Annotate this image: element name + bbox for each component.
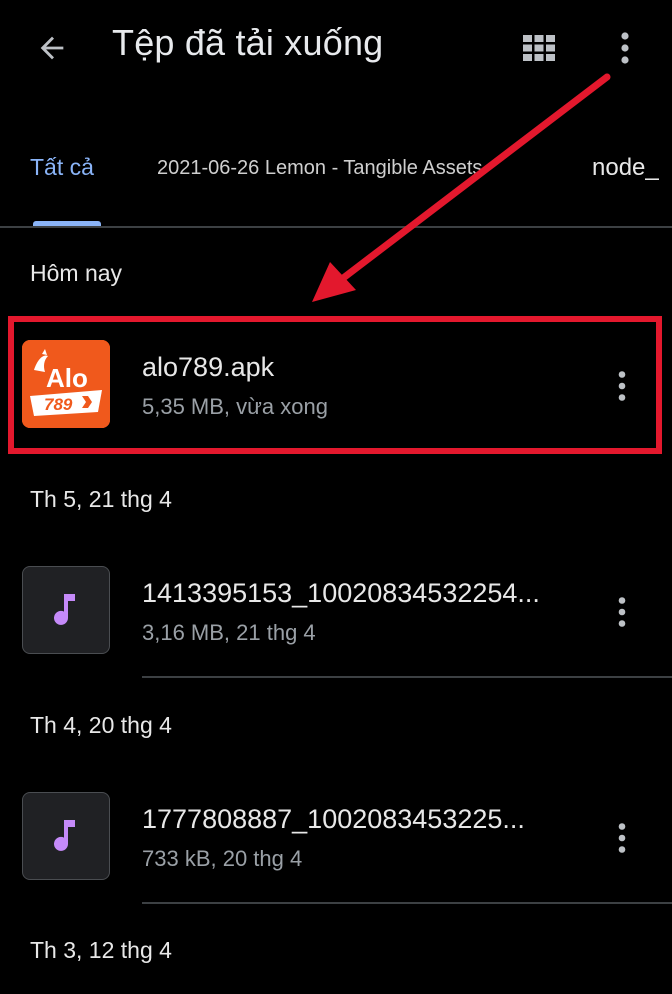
item-more-button[interactable] — [600, 362, 644, 410]
music-note-icon — [54, 594, 75, 625]
tab-folder-lemon[interactable]: 2021-06-26 Lemon - Tangible Assets — [157, 157, 482, 180]
file-name: 1413395153_10020834532254... — [142, 578, 540, 608]
app-logo: Alo 789 — [22, 340, 110, 428]
more-vert-icon — [618, 371, 626, 401]
audio-thumbnail — [22, 792, 110, 880]
section-header-apr-21: Th 5, 21 thg 4 — [30, 486, 172, 512]
file-meta: 5,35 MB, vừa xong — [142, 394, 328, 419]
section-header-apr-12: Th 3, 12 thg 4 — [30, 937, 172, 963]
folder-tabs: Tất cả 2021-06-26 Lemon - Tangible Asset… — [0, 118, 672, 226]
tab-folder-node[interactable]: node_ — [592, 154, 659, 182]
file-meta: 3,16 MB, 21 thg 4 — [142, 620, 316, 645]
file-name: 1777808887_1002083453225... — [142, 804, 525, 834]
list-item[interactable]: 1413395153_10020834532254... 3,16 MB, 21… — [0, 566, 672, 676]
section-header-apr-20: Th 4, 20 thg 4 — [30, 712, 172, 738]
more-vert-icon — [618, 597, 626, 627]
grid-view-icon — [523, 35, 555, 61]
list-divider — [142, 676, 672, 678]
audio-thumbnail — [22, 566, 110, 654]
item-more-button[interactable] — [600, 588, 644, 636]
app-logo-graphic: Alo 789 — [22, 340, 110, 428]
file-meta: 733 kB, 20 thg 4 — [142, 846, 303, 871]
section-header-today: Hôm nay — [30, 260, 123, 286]
arrow-back-icon — [40, 36, 64, 60]
list-divider — [142, 902, 672, 904]
svg-text:Alo: Alo — [46, 363, 88, 393]
page-title: Tệp đã tải xuống — [112, 22, 384, 63]
more-vert-icon — [621, 32, 629, 64]
back-button[interactable] — [30, 24, 74, 72]
grid-view-button[interactable] — [516, 26, 562, 70]
tab-all[interactable]: Tất cả — [30, 154, 94, 181]
app-bar: Tệp đã tải xuống — [0, 0, 672, 100]
list-item[interactable]: Alo 789 alo789.apk 5,35 MB, vừa xong — [0, 340, 672, 450]
svg-text:789: 789 — [44, 395, 73, 414]
tabs-divider — [0, 226, 672, 228]
overflow-menu-button[interactable] — [604, 24, 646, 72]
file-name: alo789.apk — [142, 352, 275, 382]
item-more-button[interactable] — [600, 814, 644, 862]
more-vert-icon — [618, 823, 626, 853]
list-item[interactable]: 1777808887_1002083453225... 733 kB, 20 t… — [0, 792, 672, 902]
music-note-icon — [54, 820, 75, 851]
